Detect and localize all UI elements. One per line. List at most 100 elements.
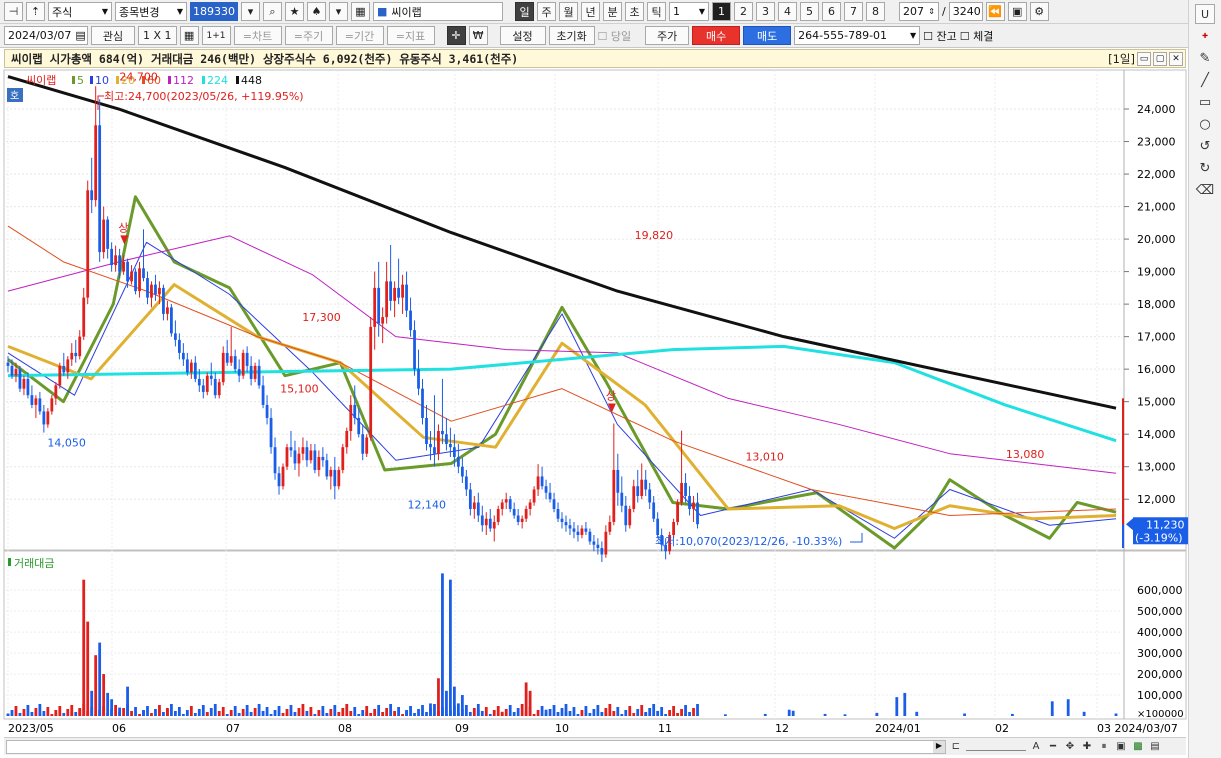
pause-icon[interactable]: ⏸ bbox=[1097, 740, 1111, 754]
move-icon[interactable]: ✥ bbox=[1063, 740, 1077, 754]
volume-bar bbox=[460, 709, 464, 716]
eraser-icon[interactable]: ⌫ bbox=[1195, 180, 1215, 200]
tab-minute[interactable]: 분 bbox=[603, 2, 622, 21]
candle-body bbox=[193, 362, 197, 379]
restore-icon[interactable]: ▭ bbox=[1137, 51, 1151, 66]
line-icon[interactable]: ╱ bbox=[1195, 70, 1215, 90]
tool-icon[interactable]: ✚ bbox=[1195, 26, 1215, 46]
chart-button[interactable]: =차트 bbox=[233, 26, 282, 45]
volume-bar bbox=[632, 713, 636, 716]
grid-icon[interactable]: ▦ bbox=[351, 2, 370, 21]
count-input[interactable]: 207 ⇕ bbox=[899, 2, 939, 21]
zoom-out-icon[interactable]: ━ bbox=[1046, 740, 1060, 754]
candle-body bbox=[437, 430, 440, 454]
sell-button[interactable]: 매도 bbox=[743, 26, 792, 45]
export-icon[interactable]: ▣ bbox=[1114, 740, 1128, 754]
search-icon[interactable]: ⌕ bbox=[263, 2, 282, 21]
code-dropdown-icon[interactable]: ▾ bbox=[241, 2, 260, 21]
print-icon[interactable]: ▤ bbox=[1148, 740, 1162, 754]
num-button-4[interactable]: 4 bbox=[778, 2, 797, 21]
zoom-in-icon[interactable]: ✚ bbox=[1080, 740, 1094, 754]
reset-button[interactable]: 초기화 bbox=[548, 26, 595, 45]
pin-icon[interactable]: ⊣ bbox=[4, 2, 23, 21]
volume-bar bbox=[233, 706, 237, 716]
candle-body bbox=[580, 528, 584, 535]
excel-icon[interactable]: ▩ bbox=[1131, 740, 1145, 754]
won-icon[interactable]: ₩ bbox=[468, 26, 488, 45]
indicator-button[interactable]: =지표 bbox=[386, 26, 435, 45]
candle-body bbox=[492, 521, 496, 529]
change-stock-select[interactable]: 종목변경 ▼ bbox=[115, 2, 187, 21]
scroll-right-icon[interactable]: ▶ bbox=[933, 740, 945, 753]
period-button[interactable]: =기간 bbox=[335, 26, 384, 45]
volume-bar bbox=[229, 710, 233, 716]
volume-bar bbox=[564, 704, 568, 716]
candle-body bbox=[460, 466, 464, 477]
price-tick-label: 22,000 bbox=[1137, 168, 1176, 181]
num-button-8[interactable]: 8 bbox=[866, 2, 885, 21]
circle-icon[interactable]: ○ bbox=[1195, 114, 1215, 134]
tab-tick[interactable]: 틱 bbox=[647, 2, 666, 21]
num-button-3[interactable]: 3 bbox=[756, 2, 775, 21]
tab-second[interactable]: 초 bbox=[625, 2, 644, 21]
undo-icon[interactable]: ↺ bbox=[1195, 136, 1215, 156]
u-button[interactable]: U bbox=[1195, 4, 1215, 24]
candle-body bbox=[600, 548, 604, 555]
volume-bar bbox=[476, 704, 480, 716]
crosshair-icon[interactable]: ✛ bbox=[446, 26, 466, 45]
num-button-5[interactable]: 5 bbox=[800, 2, 819, 21]
tab-year[interactable]: 년 bbox=[581, 2, 600, 21]
one-plus-one-button[interactable]: 1+1 bbox=[201, 26, 231, 45]
peak-label: 17,300 bbox=[302, 311, 341, 324]
star-icon[interactable]: ★ bbox=[285, 2, 304, 21]
volume-bar bbox=[18, 713, 22, 716]
zoom-slider-icon[interactable]: ⊏ bbox=[949, 740, 963, 754]
maximize-icon[interactable]: ▢ bbox=[1153, 51, 1167, 66]
volume-bar bbox=[656, 711, 660, 716]
more-arrow-icon[interactable]: ▾ bbox=[329, 2, 348, 21]
save-icon[interactable]: ▣ bbox=[1007, 2, 1027, 21]
close-icon[interactable]: ✕ bbox=[1169, 51, 1183, 66]
redo-icon[interactable]: ↻ bbox=[1195, 158, 1215, 178]
date-field[interactable]: 2024/03/07 ▤ bbox=[4, 26, 88, 45]
volume-bar bbox=[110, 709, 114, 716]
price-button[interactable]: 주가 bbox=[645, 26, 690, 45]
settings-button[interactable]: 설정 bbox=[499, 26, 546, 45]
watch-button[interactable]: 관심 bbox=[91, 26, 135, 45]
tab-day[interactable]: 일 bbox=[515, 2, 534, 21]
tab-month[interactable]: 월 bbox=[559, 2, 578, 21]
stock-chart[interactable]: 24,000 23,000 22,000 21,000 20,000 19,000 18,0… bbox=[0, 0, 1188, 758]
num-button-2[interactable]: 2 bbox=[734, 2, 753, 21]
candle-body bbox=[166, 307, 169, 314]
font-size-icon[interactable]: A bbox=[1029, 740, 1043, 754]
candle-body bbox=[150, 284, 153, 298]
scroll-track[interactable]: ▶ bbox=[6, 739, 946, 754]
today-checkbox[interactable]: ☐ 당일 bbox=[598, 28, 632, 44]
rewind-icon[interactable]: ⏪ bbox=[985, 2, 1005, 21]
zoom-slider[interactable] bbox=[966, 743, 1026, 751]
candle-body bbox=[329, 469, 333, 477]
cycle-button[interactable]: =주기 bbox=[284, 26, 333, 45]
layout-button[interactable]: 1 X 1 bbox=[138, 26, 177, 45]
rectangle-icon[interactable]: ▭ bbox=[1195, 92, 1215, 112]
volume-bar bbox=[512, 712, 516, 716]
num-button-7[interactable]: 7 bbox=[844, 2, 863, 21]
nav-up-icon[interactable]: ⇡ bbox=[26, 2, 45, 21]
stock-code-input[interactable]: 189330 bbox=[190, 2, 238, 21]
time-tick-label: 2023/05 bbox=[8, 722, 54, 735]
bell-icon[interactable]: ♠ bbox=[307, 2, 326, 21]
buy-button[interactable]: 매수 bbox=[692, 26, 741, 45]
pencil-icon[interactable]: ✎ bbox=[1195, 48, 1215, 68]
account-select[interactable]: 264-555-789-01 ▼ bbox=[794, 26, 921, 45]
num-button-6[interactable]: 6 bbox=[822, 2, 841, 21]
period-value-select[interactable]: 1 ▼ bbox=[669, 2, 709, 21]
executed-checkbox[interactable]: ☐ 체결 bbox=[960, 28, 994, 44]
balance-checkbox[interactable]: ☐ 잔고 bbox=[923, 28, 957, 44]
table-icon[interactable]: ▦ bbox=[179, 26, 199, 45]
volume-bar bbox=[293, 712, 297, 716]
stock-name-field[interactable]: ■ 씨이랩 bbox=[373, 2, 503, 21]
gear-icon[interactable]: ⚙ bbox=[1029, 2, 1049, 21]
market-type-select[interactable]: 주식 ▼ bbox=[48, 2, 112, 21]
num-button-1[interactable]: 1 bbox=[712, 2, 731, 21]
tab-week[interactable]: 주 bbox=[537, 2, 556, 21]
